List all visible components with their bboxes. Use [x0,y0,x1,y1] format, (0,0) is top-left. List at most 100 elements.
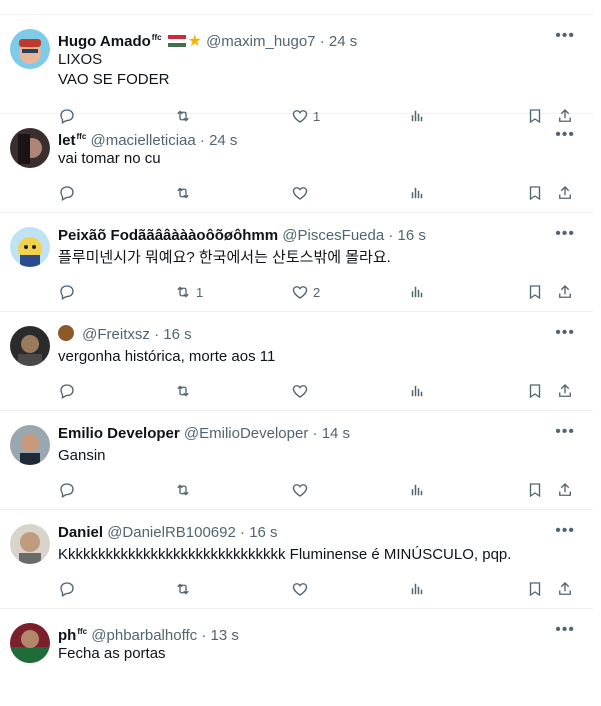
separator: · [199,132,205,149]
views-icon [411,583,423,595]
post[interactable]: phffc @phbarbalhoffc · 13 s ••• Fecha as… [0,609,593,706]
handle[interactable]: @maxim_hugo7 [206,33,315,50]
post[interactable]: Hugo Amadoffc ★ @maxim_hugo7 · 24 s ••• L… [0,15,593,124]
repost-button[interactable] [174,579,196,599]
like-button[interactable] [291,579,313,599]
more-icon[interactable]: ••• [555,27,575,45]
post-text-line: LIXOS [58,51,103,68]
post-text: vergonha histórica, morte aos 11 [58,347,573,367]
timestamp[interactable]: 24 s [209,132,237,149]
like-button[interactable] [291,480,313,500]
avatar[interactable] [10,227,50,267]
post[interactable]: letffc @macielleticiaa · 24 s ••• vai to… [0,114,593,213]
handle[interactable]: @DanielRB100692 [107,524,236,541]
avatar[interactable] [10,425,50,465]
handle[interactable]: @PiscesFueda [282,227,384,244]
more-icon[interactable]: ••• [555,423,575,441]
reply-icon [60,186,74,201]
post-text-line: Gansin [58,447,106,464]
repost-button[interactable] [174,183,196,203]
repost-button[interactable]: 1 [174,282,203,302]
share-button[interactable] [556,381,574,401]
more-icon[interactable]: ••• [555,324,575,342]
display-name[interactable]: Peixãõ Fodããââàààoôõøôhmm [58,227,278,244]
face-emoji-icon [58,325,74,341]
views-button[interactable] [408,183,426,203]
bookmark-button[interactable] [526,282,544,302]
reply-button[interactable] [58,579,80,599]
post-text-line: vai tomar no cu [58,150,161,167]
avatar[interactable] [10,128,50,168]
views-button[interactable] [408,282,426,302]
bookmark-button[interactable] [526,480,544,500]
post[interactable]: Peixãõ Fodããââàààoôõøôhmm @PiscesFueda ·… [0,213,593,312]
display-name[interactable]: Daniel [58,524,103,541]
repost-icon [177,583,189,595]
views-icon [411,286,423,298]
more-icon[interactable]: ••• [555,621,575,639]
share-icon [559,384,571,397]
timestamp[interactable]: 14 s [322,425,350,442]
timestamp[interactable]: 16 s [163,326,191,343]
repost-button[interactable] [174,480,196,500]
action-bar [58,480,588,500]
bookmark-button[interactable] [526,183,544,203]
handle[interactable]: @Freitxsz [82,326,150,343]
more-icon[interactable]: ••• [555,126,575,144]
reply-button[interactable] [58,183,80,203]
more-icon[interactable]: ••• [555,522,575,540]
team-badge: ffc [76,132,87,141]
bookmark-button[interactable] [526,381,544,401]
right-gutter [593,0,601,706]
avatar[interactable] [10,524,50,564]
repost-icon [177,187,189,199]
handle[interactable]: @phbarbalhoffc [91,627,197,644]
post-text-line: 플루미넨시가 뭐예요? 한국에서는 산토스밖에 몰라요. [58,249,391,266]
timestamp[interactable]: 16 s [249,524,277,541]
like-button[interactable] [291,183,313,203]
display-name[interactable]: let [58,132,76,149]
like-button[interactable]: 2 [291,282,320,302]
action-bar [58,381,588,401]
views-button[interactable] [408,579,426,599]
display-name[interactable]: ph [58,627,76,644]
views-button[interactable] [408,480,426,500]
timestamp[interactable]: 13 s [210,627,238,644]
more-icon[interactable]: ••• [555,225,575,243]
avatar[interactable] [10,326,50,366]
handle[interactable]: @macielleticiaa [90,132,195,149]
post-header: @Freitxsz · 16 s [58,325,553,345]
action-bar [58,579,588,599]
display-name[interactable]: Hugo Amado [58,33,151,50]
post-text: Fecha as portas [58,644,573,664]
share-button[interactable] [556,282,574,302]
post-header: letffc @macielleticiaa · 24 s [58,127,553,151]
post[interactable]: Daniel @DanielRB100692 · 16 s ••• Kkkkkk… [0,510,593,609]
post[interactable]: Emilio Developer @EmilioDeveloper · 14 s… [0,411,593,510]
share-button[interactable] [556,183,574,203]
post-text-line: Kkkkkkkkkkkkkkkkkkkkkkkkkkkkkk Fluminens… [58,546,512,563]
avatar[interactable] [10,623,50,663]
share-icon [559,186,571,199]
separator: · [312,425,318,442]
team-badge: ffc [151,33,162,42]
timestamp[interactable]: 24 s [329,33,357,50]
reply-button[interactable] [58,381,80,401]
reply-button[interactable] [58,480,80,500]
timestamp[interactable]: 16 s [398,227,426,244]
avatar[interactable] [10,29,50,69]
views-button[interactable] [408,381,426,401]
handle[interactable]: @EmilioDeveloper [184,425,308,442]
display-name[interactable]: Emilio Developer [58,425,180,442]
like-button[interactable] [291,381,313,401]
post-header: Hugo Amadoffc ★ @maxim_hugo7 · 24 s [58,28,553,52]
repost-icon [177,484,189,496]
share-button[interactable] [556,480,574,500]
repost-button[interactable] [174,381,196,401]
post[interactable]: @Freitxsz · 16 s ••• vergonha histórica,… [0,312,593,411]
reply-button[interactable] [58,282,80,302]
bookmark-icon [529,483,541,498]
timeline-feed: Hugo Amadoffc ★ @maxim_hugo7 · 24 s ••• L… [0,0,594,706]
share-button[interactable] [556,579,574,599]
bookmark-button[interactable] [526,579,544,599]
